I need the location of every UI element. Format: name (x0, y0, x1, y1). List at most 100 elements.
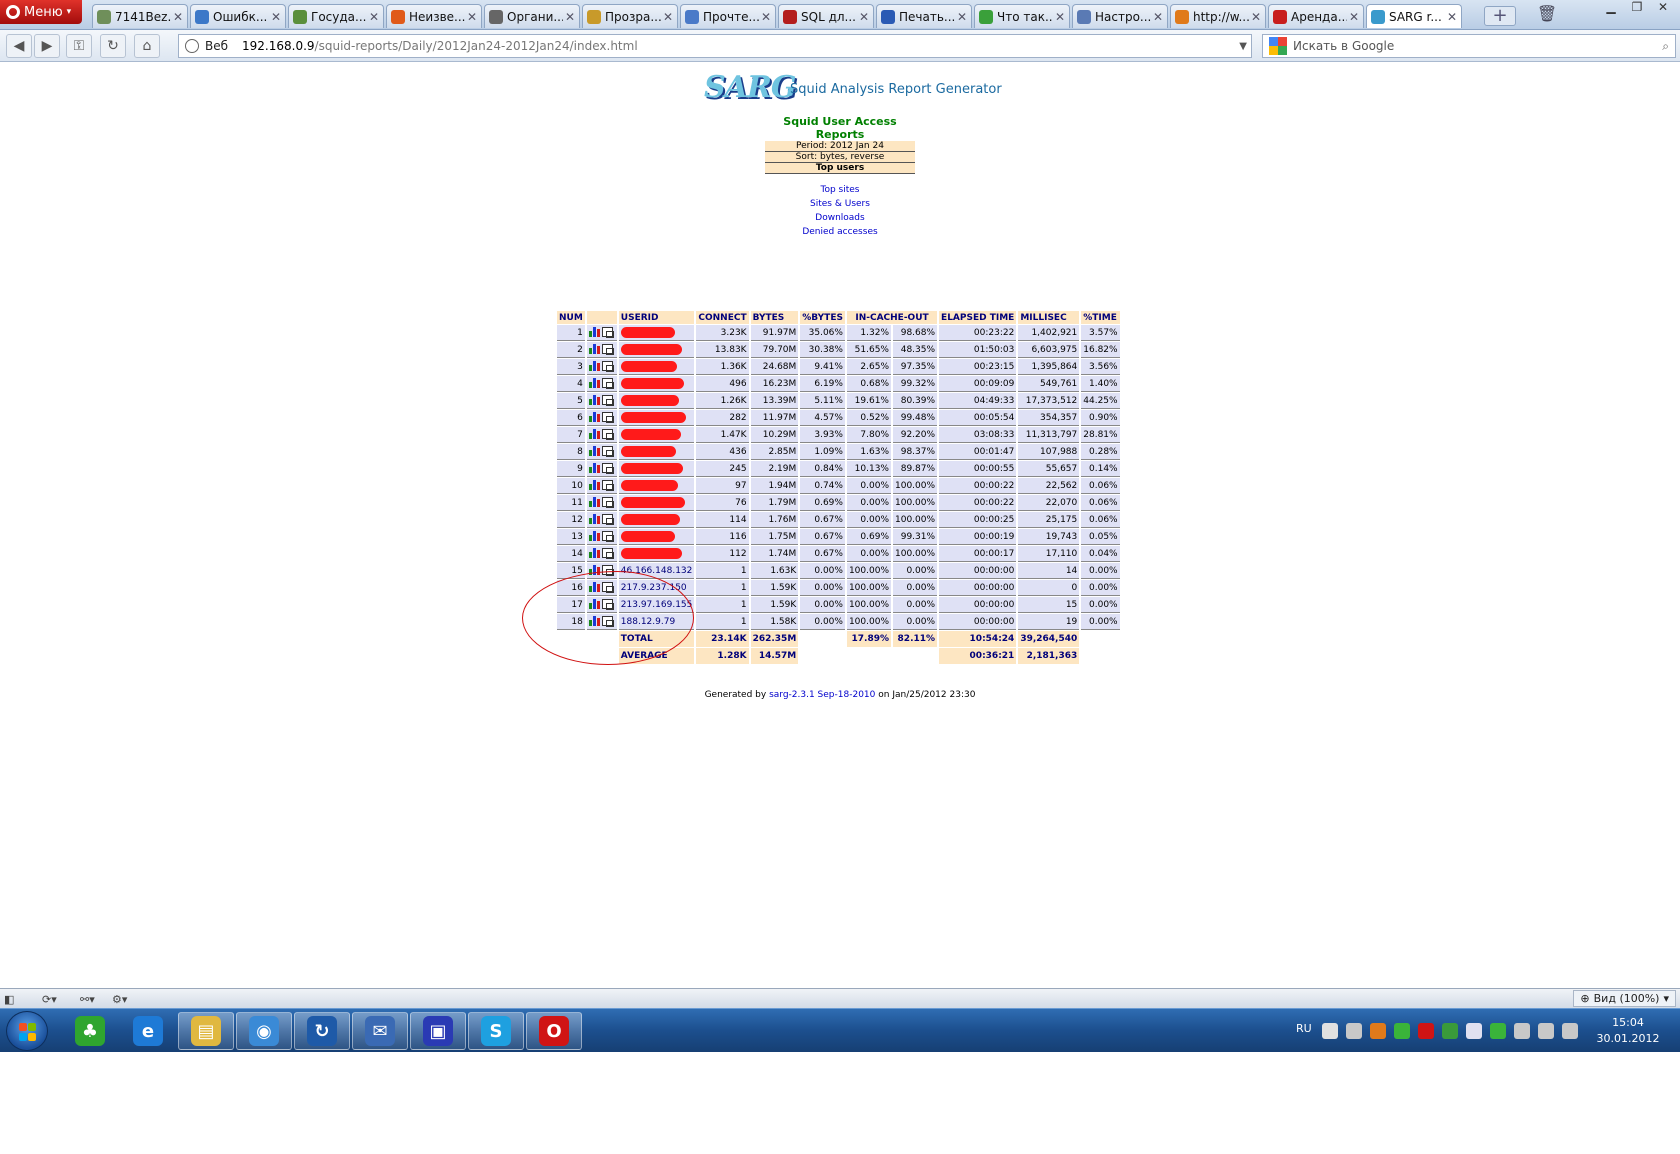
graph-icon[interactable] (588, 327, 600, 338)
graph-icon[interactable] (588, 412, 600, 423)
close-icon[interactable]: ✕ (1055, 10, 1065, 24)
taskbar-app-floppy[interactable]: ▣ (410, 1012, 466, 1050)
graph-icon[interactable] (588, 531, 600, 542)
taskbar-app-app-globe[interactable]: ◉ (236, 1012, 292, 1050)
browser-tab[interactable]: Настро... ✕ (1072, 4, 1168, 28)
browser-tab[interactable]: 7141Bez...✕ (92, 4, 188, 28)
tray-icon[interactable] (1418, 1023, 1434, 1039)
user-detail-icon[interactable] (601, 378, 614, 390)
address-field[interactable]: Веб 192.168.0.9/squid-reports/Daily/2012… (178, 34, 1252, 58)
user-detail-icon[interactable] (601, 412, 614, 424)
close-icon[interactable]: ✕ (1650, 0, 1676, 18)
browser-tab[interactable]: Прозра... ✕ (582, 4, 678, 28)
search-icon[interactable]: ⌕ (1662, 39, 1669, 54)
back-button[interactable]: ◀ (6, 34, 32, 58)
new-tab-button[interactable]: + (1484, 6, 1516, 26)
graph-icon[interactable] (588, 463, 600, 474)
graph-icon[interactable] (588, 548, 600, 559)
taskbar-app-explorer[interactable]: ▤ (178, 1012, 234, 1050)
sync-icon[interactable]: ⟳▾ (42, 991, 57, 1007)
graph-icon[interactable] (588, 361, 600, 372)
user-detail-icon[interactable] (601, 480, 614, 492)
close-icon[interactable]: ✕ (467, 10, 477, 24)
user-detail-icon[interactable] (601, 361, 614, 373)
browser-tab[interactable]: SQL дл... ✕ (778, 4, 874, 28)
reload-button[interactable]: ↻ (100, 34, 126, 58)
tray-icon[interactable] (1322, 1023, 1338, 1039)
graph-icon[interactable] (588, 429, 600, 440)
trash-icon[interactable]: 🗑 (1536, 4, 1558, 26)
user-detail-icon[interactable] (601, 548, 614, 560)
close-icon[interactable]: ✕ (761, 10, 771, 24)
tray-icon[interactable] (1370, 1023, 1386, 1039)
user-detail-icon[interactable] (601, 531, 614, 543)
taskbar-app-thunderbird[interactable]: ✉ (352, 1012, 408, 1050)
browser-tab[interactable]: Печать... ✕ (876, 4, 972, 28)
panel-toggle-icon[interactable]: ◧ (4, 991, 14, 1007)
forward-button[interactable]: ▶ (34, 34, 60, 58)
link-downloads[interactable]: Downloads (740, 211, 940, 225)
taskbar-app-skype[interactable]: S (468, 1012, 524, 1050)
graph-icon[interactable] (588, 378, 600, 389)
tray-icon[interactable] (1346, 1023, 1362, 1039)
tray-icon[interactable] (1514, 1023, 1530, 1039)
graph-icon[interactable] (588, 480, 600, 491)
user-detail-icon[interactable] (601, 497, 614, 509)
taskbar-app-clover[interactable]: ♣ (62, 1012, 118, 1050)
browser-tab[interactable]: http://w... ✕ (1170, 4, 1266, 28)
user-detail-icon[interactable] (601, 429, 614, 441)
tray-icon[interactable] (1490, 1023, 1506, 1039)
minimize-icon[interactable]: ▁ (1598, 0, 1624, 18)
user-detail-icon[interactable] (601, 327, 614, 339)
browser-tab[interactable]: Неизве... ✕ (386, 4, 482, 28)
graph-icon[interactable] (588, 395, 600, 406)
link-top-sites[interactable]: Top sites (740, 183, 940, 197)
close-icon[interactable]: ✕ (1251, 10, 1261, 24)
user-detail-icon[interactable] (601, 446, 614, 458)
link-denied[interactable]: Denied accesses (740, 225, 940, 239)
tray-icon[interactable] (1538, 1023, 1554, 1039)
browser-tab[interactable]: Ошибк... ✕ (190, 4, 286, 28)
close-icon[interactable]: ✕ (1153, 10, 1163, 24)
close-icon[interactable]: ✕ (957, 10, 967, 24)
taskbar-app-internet-explorer[interactable]: e (120, 1012, 176, 1050)
tray-icon[interactable] (1562, 1023, 1578, 1039)
search-field[interactable]: Искать в Google ⌕ (1262, 34, 1676, 58)
user-detail-icon[interactable] (601, 463, 614, 475)
tray-icon[interactable] (1394, 1023, 1410, 1039)
maximize-icon[interactable]: ❐ (1624, 0, 1650, 18)
close-icon[interactable]: ✕ (1349, 10, 1359, 24)
browser-tab[interactable]: Прочте... ✕ (680, 4, 776, 28)
browser-tab[interactable]: Что так... ✕ (974, 4, 1070, 28)
tray-icon[interactable] (1442, 1023, 1458, 1039)
graph-icon[interactable] (588, 514, 600, 525)
settings-icon[interactable]: ⚙▾ (112, 991, 127, 1007)
language-indicator[interactable]: RU (1296, 1022, 1312, 1035)
home-button[interactable]: ⌂ (134, 34, 160, 58)
tray-icon[interactable] (1466, 1023, 1482, 1039)
browser-tab[interactable]: Органи... ✕ (484, 4, 580, 28)
browser-tab[interactable]: Госуда... ✕ (288, 4, 384, 28)
unite-icon[interactable]: ⚯▾ (80, 991, 95, 1007)
browser-tab[interactable]: Аренда... ✕ (1268, 4, 1364, 28)
chevron-down-icon[interactable]: ▼ (1239, 41, 1247, 52)
user-detail-icon[interactable] (601, 514, 614, 526)
close-icon[interactable]: ✕ (859, 10, 869, 24)
start-button[interactable] (6, 1011, 48, 1051)
clock[interactable]: 15:04 30.01.2012 (1588, 1015, 1668, 1047)
graph-icon[interactable] (588, 446, 600, 457)
graph-icon[interactable] (588, 497, 600, 508)
close-icon[interactable]: ✕ (663, 10, 673, 24)
close-icon[interactable]: ✕ (1447, 10, 1457, 24)
close-icon[interactable]: ✕ (369, 10, 379, 24)
zoom-control[interactable]: ⊕ Вид (100%) ▾ (1573, 990, 1676, 1007)
browser-tab[interactable]: SARG r... ✕ (1366, 4, 1462, 28)
sarg-version-link[interactable]: sarg-2.3.1 Sep-18-2010 (769, 690, 875, 700)
taskbar-app-opera[interactable]: O (526, 1012, 582, 1050)
user-detail-icon[interactable] (601, 395, 614, 407)
close-icon[interactable]: ✕ (271, 10, 281, 24)
link-sites-users[interactable]: Sites & Users (740, 197, 940, 211)
close-icon[interactable]: ✕ (173, 10, 183, 24)
opera-menu-button[interactable]: Меню ▾ (0, 0, 82, 24)
taskbar-app-app-refresh[interactable]: ↻ (294, 1012, 350, 1050)
